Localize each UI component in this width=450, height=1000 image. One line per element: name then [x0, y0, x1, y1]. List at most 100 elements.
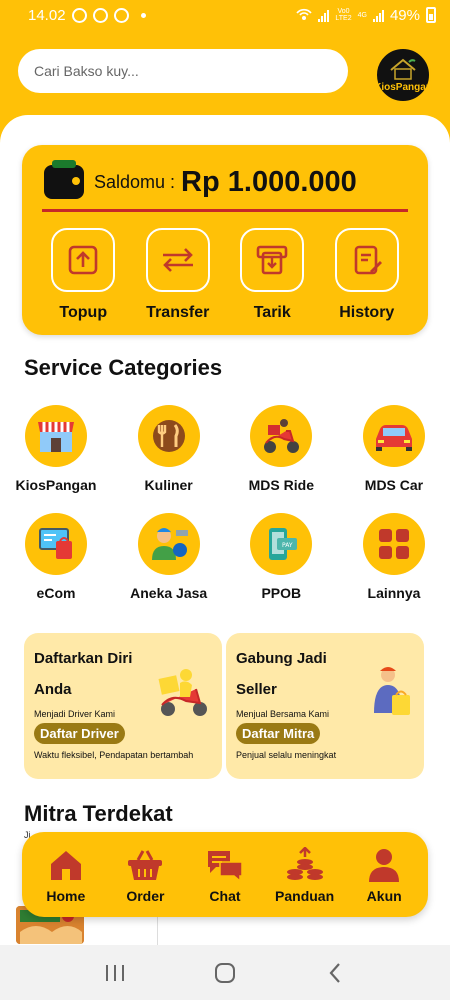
service-kuliner[interactable]: Kuliner: [119, 405, 219, 493]
battery-icon: [426, 7, 436, 23]
service-worker-icon: [137, 513, 200, 575]
status-left: 14.02: [28, 7, 146, 24]
wallet-card: Saldomu : Rp 1.000.000 Topup Transfer Ta…: [22, 145, 428, 335]
mitra-terdekat-title: Mitra Terdekat: [24, 801, 173, 826]
service-categories-title: Service Categories: [24, 355, 223, 380]
nav-panduan[interactable]: Panduan: [267, 846, 343, 904]
tarik-button[interactable]: Tarik: [232, 228, 312, 322]
user-icon: [367, 846, 401, 884]
promo-driver-card[interactable]: Daftarkan Diri Anda Menjadi Driver Kami …: [24, 633, 222, 779]
topup-icon: [51, 228, 116, 292]
nav-order[interactable]: Order: [107, 846, 183, 904]
service-label: PPOB: [261, 585, 302, 601]
transfer-label: Transfer: [146, 304, 210, 321]
seller-illustration-icon: [370, 663, 414, 728]
basket-icon: [126, 846, 164, 884]
recent-apps-button[interactable]: [95, 958, 135, 988]
promo-note: Penjual selalu meningkat: [236, 750, 337, 760]
back-button[interactable]: [315, 958, 355, 988]
business-icon: [113, 7, 129, 23]
logo-text: KiosPangan: [374, 81, 432, 93]
service-label: Lainnya: [367, 585, 421, 601]
service-aneka-jasa[interactable]: Aneka Jasa: [119, 513, 219, 601]
service-mds-car[interactable]: MDS Car: [344, 405, 444, 493]
transfer-icon: [145, 228, 210, 292]
promo-note: Waktu fleksibel, Pendapatan bertambah: [34, 750, 194, 760]
signal-icon: [372, 8, 384, 22]
payment-icon: PAY: [250, 513, 313, 575]
service-lainnya[interactable]: Lainnya: [344, 513, 444, 601]
network-bottom: LTE2: [335, 15, 352, 22]
history-label: History: [339, 304, 395, 321]
recent-apps-icon: [106, 964, 124, 981]
balance-divider: [42, 209, 408, 212]
wallet-icon: [44, 160, 84, 199]
house-logo-icon: [390, 58, 416, 80]
nav-label: Panduan: [275, 887, 335, 904]
bottom-navigation: Home Order Chat Panduan Akun: [22, 832, 428, 917]
chat-icon: [206, 846, 244, 884]
signal-icon: [318, 8, 330, 22]
service-kiospangan[interactable]: KiosPangan: [6, 405, 106, 493]
battery-percent: 49%: [389, 6, 420, 24]
home-circle-icon: [215, 962, 235, 983]
service-row: KiosPangan Kuliner MDS Ride MDS Car: [0, 405, 450, 493]
promo-seller-card[interactable]: Gabung Jadi Seller Menjual Bersama Kami …: [226, 633, 424, 779]
topup-label: Topup: [59, 304, 108, 321]
service-label: KiosPangan: [15, 477, 97, 493]
driver-illustration-icon: [156, 663, 212, 724]
whatsapp-icon: [71, 7, 87, 23]
back-icon: [329, 962, 340, 983]
service-label: MDS Ride: [248, 477, 314, 493]
withdraw-icon: [240, 228, 305, 292]
hotspot-icon: [296, 8, 313, 20]
car-icon: [362, 405, 425, 467]
service-label: eCom: [36, 585, 76, 601]
notification-dot-icon: [140, 12, 146, 18]
transfer-button[interactable]: Transfer: [138, 228, 218, 322]
service-ppob[interactable]: PAY PPOB: [231, 513, 331, 601]
home-system-button[interactable]: [205, 958, 245, 988]
app-logo[interactable]: KiosPangan: [374, 47, 432, 103]
nav-label: Akun: [366, 887, 402, 904]
whatsapp-icon: [92, 7, 108, 23]
list-divider: [157, 915, 158, 945]
network-type: Vo0 LTE2: [335, 8, 351, 22]
nav-label: Order: [126, 887, 165, 904]
balance-amount: Rp 1.000.000: [181, 165, 357, 198]
utensils-icon: [137, 405, 200, 467]
tarik-label: Tarik: [253, 304, 291, 321]
nav-label: Home: [46, 887, 86, 904]
balance-row: Saldomu : Rp 1.000.000: [44, 160, 357, 199]
service-label: MDS Car: [364, 477, 424, 493]
history-icon: [334, 228, 399, 292]
wallet-actions: Topup Transfer Tarik History: [22, 228, 428, 322]
service-row: eCom Aneka Jasa PAY PPOB Lainnya: [0, 513, 450, 601]
status-right: Vo0 LTE2 4G 49%: [296, 7, 436, 24]
status-bar: 14.02 Vo0 LTE2 4G 49%: [0, 0, 450, 30]
svg-text:PAY: PAY: [282, 542, 293, 549]
nav-home[interactable]: Home: [28, 846, 104, 904]
service-label: Aneka Jasa: [130, 585, 208, 601]
service-grid: KiosPangan Kuliner MDS Ride MDS Car eCom…: [0, 405, 450, 621]
network-gen: 4G: [357, 11, 367, 19]
topup-button[interactable]: Topup: [43, 228, 123, 322]
history-button[interactable]: History: [327, 228, 407, 322]
balance-label: Saldomu :: [94, 171, 176, 192]
nav-label: Chat: [209, 887, 241, 904]
nav-akun[interactable]: Akun: [346, 846, 422, 904]
grid-icon: [362, 513, 425, 575]
service-ecom[interactable]: eCom: [6, 513, 106, 601]
service-mds-ride[interactable]: MDS Ride: [231, 405, 331, 493]
home-icon: [48, 846, 84, 884]
daftar-driver-button[interactable]: Daftar Driver: [34, 723, 125, 744]
status-time: 14.02: [28, 6, 66, 24]
daftar-mitra-button[interactable]: Daftar Mitra: [236, 723, 321, 744]
ecommerce-icon: [25, 513, 87, 575]
service-label: Kuliner: [144, 477, 193, 493]
scooter-icon: [250, 405, 313, 467]
system-navigation-bar: [0, 945, 450, 1000]
search-input[interactable]: [18, 49, 348, 93]
nav-chat[interactable]: Chat: [187, 846, 263, 904]
store-icon: [25, 405, 87, 467]
